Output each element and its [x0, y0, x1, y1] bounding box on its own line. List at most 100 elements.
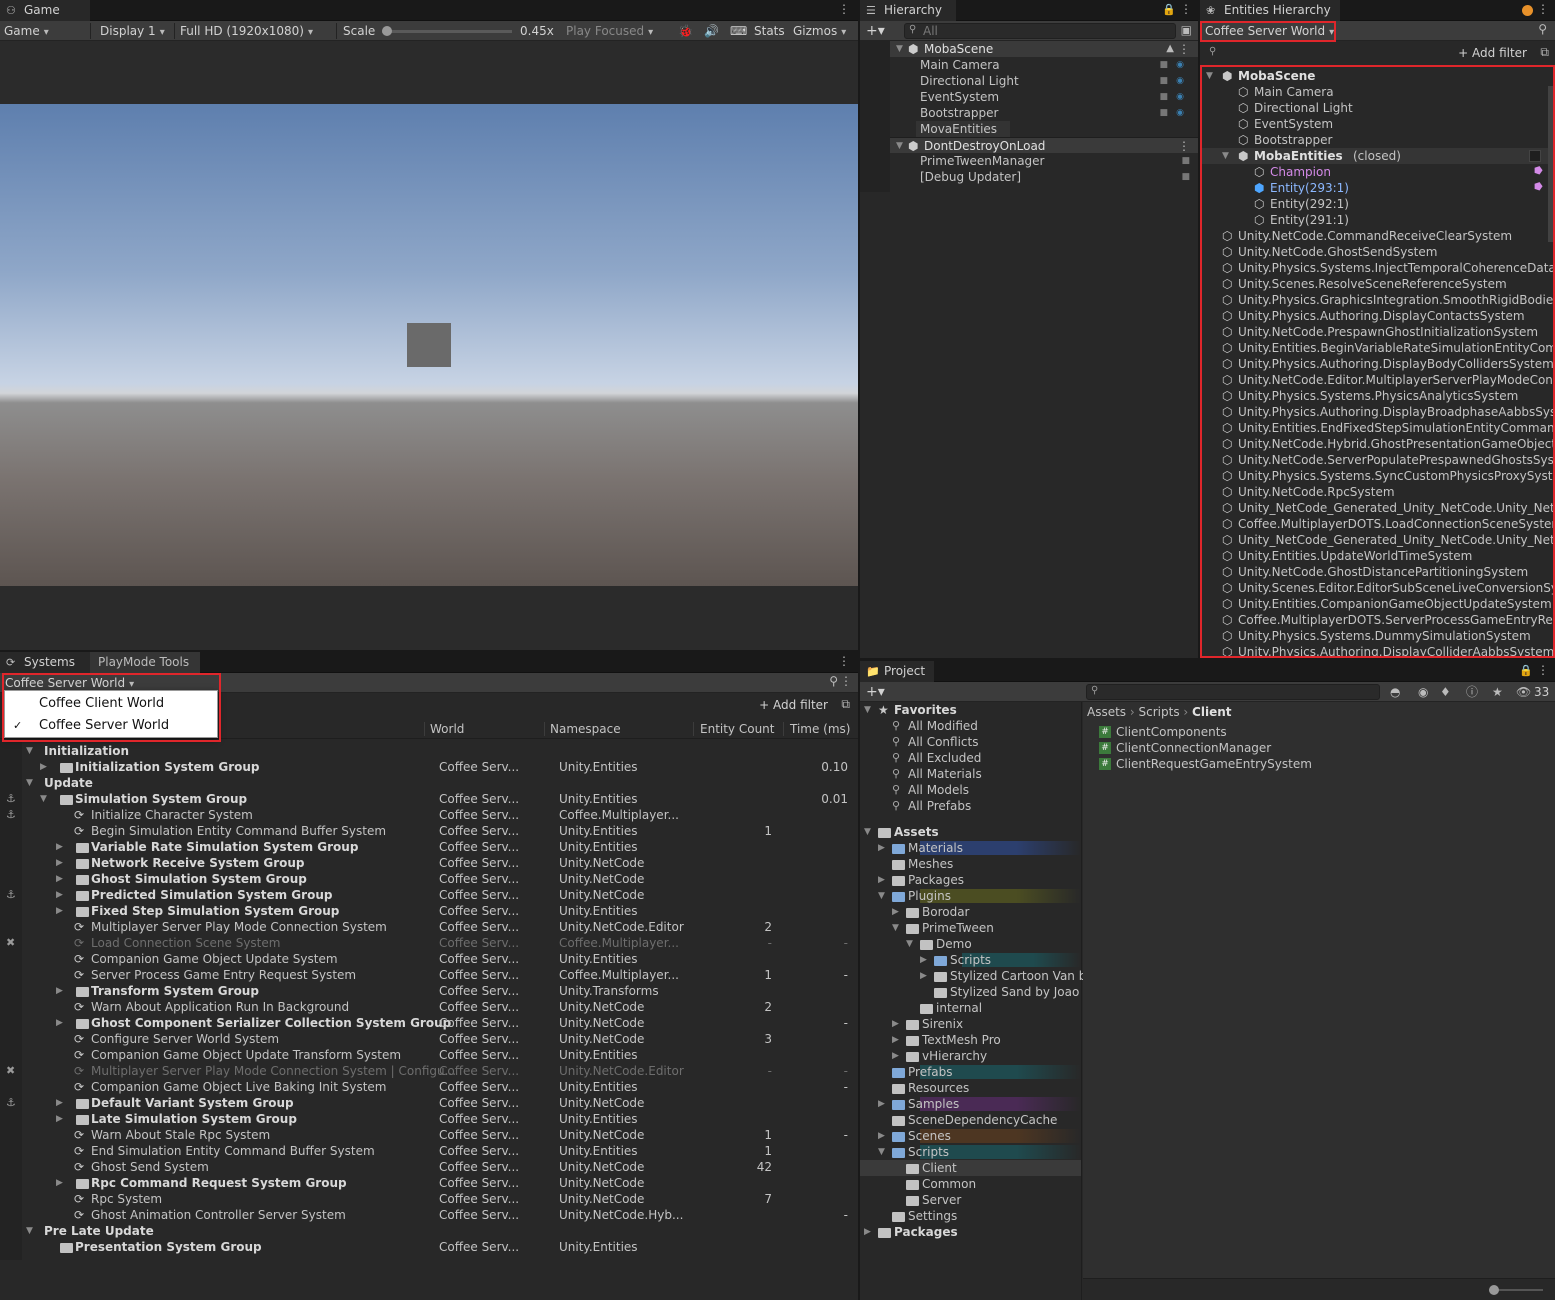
scale-slider[interactable]: [382, 26, 512, 36]
view-mode-dropdown[interactable]: Game: [4, 21, 86, 41]
entities-tree-item[interactable]: ▼ ⬢ MobaScene: [1200, 68, 1555, 84]
hierarchy-scene-row[interactable]: ▼ ⬢ DontDestroyOnLoad ⋮: [860, 137, 1198, 153]
favorite-star-icon[interactable]: ★: [1492, 682, 1503, 702]
project-folder-item[interactable]: ▼ Assets: [860, 824, 1081, 840]
foldout-down-icon[interactable]: ▼: [1222, 148, 1229, 164]
foldout-right-icon[interactable]: ▶: [892, 904, 899, 920]
project-folder-item[interactable]: ▶ Materials: [860, 840, 1081, 856]
project-folder-item[interactable]: Meshes: [860, 856, 1081, 872]
foldout-right-icon[interactable]: ▶: [56, 871, 63, 887]
script-file-item[interactable]: # ClientComponents: [1099, 724, 1555, 740]
add-filter-button[interactable]: + Add filter: [759, 697, 828, 713]
system-group-row[interactable]: ▶ Predicted Simulation System Group Coffee…: [0, 887, 858, 903]
foldout-right-icon[interactable]: ▶: [920, 952, 927, 968]
entities-world-dropdown[interactable]: Coffee Server World: [1205, 21, 1334, 41]
scene-visibility-icon[interactable]: ▣: [1181, 23, 1192, 37]
kebab-menu-icon[interactable]: ⋮: [1537, 2, 1549, 16]
tab-game[interactable]: ⚇ Game: [0, 0, 90, 21]
entities-system-row[interactable]: ⬡ Unity.Entities.UpdateWorldTimeSystem: [1200, 548, 1555, 564]
foldout-right-icon[interactable]: ▶: [920, 968, 927, 984]
pop-out-icon[interactable]: ⧉: [841, 697, 850, 712]
column-namespace[interactable]: Namespace: [550, 721, 621, 737]
entities-system-row[interactable]: ⬡ Unity.Physics.Authoring.DisplayCollider…: [1200, 644, 1555, 658]
foldout-down-icon[interactable]: ▼: [864, 824, 871, 840]
system-row[interactable]: ⟳ Companion Game Object Live Baking Init …: [0, 1079, 858, 1095]
project-folder-item[interactable]: ▶ Stylized Cartoon Van by: [860, 968, 1093, 984]
column-world[interactable]: World: [430, 721, 464, 737]
tab-playmode-tools[interactable]: PlayMode Tools: [90, 652, 200, 673]
project-folder-item[interactable]: Prefabs: [860, 1064, 1081, 1080]
favorite-item[interactable]: ⚲ All Conflicts: [860, 734, 1081, 750]
system-phase-row[interactable]: ▼ Pre Late Update: [0, 1223, 858, 1239]
entities-tree-item[interactable]: ⬡ Champion ⭓: [1200, 164, 1555, 180]
foldout-right-icon[interactable]: ▶: [56, 839, 63, 855]
foldout-right-icon[interactable]: ▶: [864, 1224, 871, 1240]
foldout-down-icon[interactable]: ▼: [896, 41, 903, 57]
entities-tree-item[interactable]: ⬡ Directional Light: [1200, 100, 1555, 116]
entities-system-row[interactable]: ⬡ Unity.Entities.CompanionGameObjectUpdat…: [1200, 596, 1555, 612]
system-row[interactable]: ⟳ Server Process Game Entry Request Syste…: [0, 967, 858, 983]
foldout-right-icon[interactable]: ▶: [892, 1032, 899, 1048]
system-group-row[interactable]: ▶ Variable Rate Simulation System Group Co…: [0, 839, 858, 855]
project-folder-item[interactable]: Server: [860, 1192, 1081, 1208]
entities-system-row[interactable]: ⬡ Unity.Physics.Authoring.DisplayBroadpha…: [1200, 404, 1555, 420]
entities-system-row[interactable]: ⬡ Unity.NetCode.Editor.MultiplayerServerP…: [1200, 372, 1555, 388]
tab-hierarchy[interactable]: ☰ Hierarchy: [860, 0, 956, 21]
foldout-right-icon[interactable]: ▶: [878, 840, 885, 856]
lock-icon[interactable]: 🔒: [1162, 3, 1176, 16]
project-folder-item[interactable]: ▶ Borodar: [860, 904, 1081, 920]
project-search-input[interactable]: ⚲: [1086, 684, 1380, 700]
search-icon[interactable]: ⚲: [829, 674, 838, 688]
subscene-toggle-checkbox[interactable]: [1529, 150, 1541, 162]
foldout-right-icon[interactable]: ▶: [56, 1095, 63, 1111]
system-row[interactable]: ⟳ Multiplayer Server Play Mode Connection…: [0, 1063, 858, 1079]
system-group-row[interactable]: ▶ Ghost Component Serializer Collection S…: [0, 1015, 858, 1031]
hierarchy-item[interactable]: Main Camera ■ ◉: [860, 57, 1198, 73]
system-state-icon[interactable]: ✖: [6, 1063, 15, 1079]
project-folder-item[interactable]: ▶ Packages: [860, 872, 1081, 888]
add-filter-button[interactable]: + Add filter: [1458, 45, 1527, 61]
tab-entities-hierarchy[interactable]: ❀ Entities Hierarchy: [1200, 0, 1340, 21]
favorite-item[interactable]: ⚲ All Excluded: [860, 750, 1081, 766]
foldout-down-icon[interactable]: ▼: [864, 702, 871, 718]
entities-system-row[interactable]: ⬡ Unity.NetCode.GhostDistancePartitioning…: [1200, 564, 1555, 580]
system-row[interactable]: ⟳ Warn About Stale Rpc System Coffee Serv.…: [0, 1127, 858, 1143]
system-row[interactable]: ⟳ Companion Game Object Update Transform …: [0, 1047, 858, 1063]
entities-tree-item[interactable]: ⬢ Entity(293:1) ⭓: [1200, 180, 1555, 196]
system-row[interactable]: ⟳ Begin Simulation Entity Command Buffer …: [0, 823, 858, 839]
icon-size-slider[interactable]: [1489, 1285, 1543, 1295]
system-group-row[interactable]: ▶ Fixed Step Simulation System Group Coffe…: [0, 903, 858, 919]
system-phase-row[interactable]: ▼ Initialization: [0, 743, 858, 759]
entities-tree-item[interactable]: ⬡ Bootstrapper: [1200, 132, 1555, 148]
project-folder-item[interactable]: Client: [860, 1160, 1081, 1176]
foldout-right-icon[interactable]: ▶: [892, 1016, 899, 1032]
project-folder-item[interactable]: ▼ Plugins: [860, 888, 1081, 904]
project-folder-item[interactable]: ▼ Scripts: [860, 1144, 1081, 1160]
column-entity-count[interactable]: Entity Count: [700, 721, 774, 737]
keyboard-icon[interactable]: ⌨: [730, 21, 747, 41]
entities-system-row[interactable]: ⬡ Unity.Physics.Systems.InjectTemporalCoh…: [1200, 260, 1555, 276]
kebab-menu-icon[interactable]: ⋮: [1537, 663, 1549, 677]
system-group-row[interactable]: ▼ Simulation System Group Coffee Serv... Un…: [0, 791, 858, 807]
kebab-menu-icon[interactable]: ⋮: [838, 2, 850, 16]
system-row[interactable]: ⟳ Initialize Character System Coffee Serv.…: [0, 807, 858, 823]
resolution-dropdown[interactable]: Full HD (1920x1080): [180, 21, 332, 41]
foldout-down-icon[interactable]: ▼: [26, 1223, 33, 1239]
foldout-right-icon[interactable]: ▶: [892, 1048, 899, 1064]
foldout-right-icon[interactable]: ▶: [56, 903, 63, 919]
foldout-right-icon[interactable]: ▶: [56, 983, 63, 999]
kebab-menu-icon[interactable]: ⋮: [1180, 2, 1192, 16]
system-row[interactable]: ⟳ Multiplayer Server Play Mode Connection…: [0, 919, 858, 935]
project-folder-item[interactable]: internal: [860, 1000, 1081, 1016]
pop-out-icon[interactable]: ⧉: [1540, 45, 1549, 60]
entities-system-row[interactable]: ⬡ Unity.Physics.Systems.PhysicsAnalyticsS…: [1200, 388, 1555, 404]
entities-system-row[interactable]: ⬡ Unity.NetCode.PrespawnGhostInitializati…: [1200, 324, 1555, 340]
hierarchy-item[interactable]: Bootstrapper ■ ◉: [860, 105, 1198, 121]
script-file-item[interactable]: # ClientRequestGameEntrySystem: [1099, 756, 1555, 772]
kebab-menu-icon[interactable]: ⋮: [1178, 41, 1190, 57]
system-row[interactable]: ⟳ Configure Server World System Coffee Ser…: [0, 1031, 858, 1047]
system-group-row[interactable]: ▶ Network Receive System Group Coffee Serv…: [0, 855, 858, 871]
system-group-row[interactable]: ▶ Rpc Command Request System Group Coffee …: [0, 1175, 858, 1191]
script-file-item[interactable]: # ClientConnectionManager: [1099, 740, 1555, 756]
bug-icon[interactable]: 🐞: [678, 21, 693, 41]
